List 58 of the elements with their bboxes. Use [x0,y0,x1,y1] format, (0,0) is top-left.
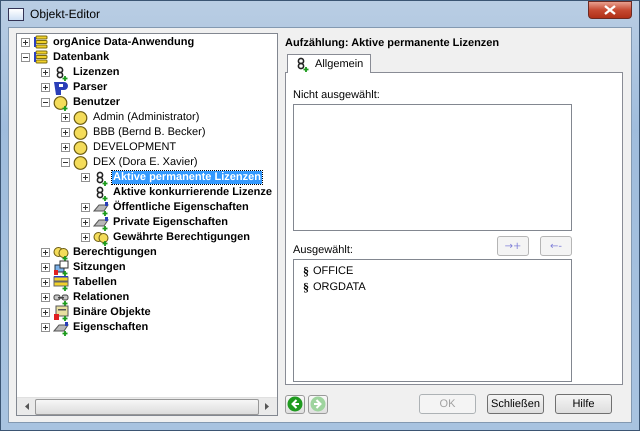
tree-item[interactable]: DEX (Dora E. Xavier) [92,156,199,169]
expand-icon[interactable] [41,248,50,257]
expand-icon[interactable] [61,113,70,122]
paragraph-sign: § [303,280,309,294]
expand-icon[interactable] [41,278,50,287]
expand-icon[interactable] [41,293,50,302]
tree-item[interactable]: Admin (Administrator) [92,111,200,124]
expand-icon[interactable] [61,143,70,152]
window-title: Objekt-Editor [30,7,102,21]
expand-icon[interactable] [21,38,30,47]
collapse-icon[interactable] [21,53,30,62]
expand-icon[interactable] [61,128,70,137]
tree-item[interactable]: Tabellen [72,276,118,289]
tree-item[interactable]: Benutzer [72,96,122,109]
collapse-icon[interactable] [61,158,70,167]
expand-icon[interactable] [81,233,90,242]
expand-icon[interactable] [41,308,50,317]
tree-item[interactable]: DEVELOPMENT [92,141,178,154]
tree-item[interactable]: Binäre Objekte [72,306,152,319]
tree-item[interactable]: Parser [72,81,108,94]
help-button[interactable]: Hilfe [555,394,612,414]
tree-item[interactable]: Gewährte Berechtigungen [112,231,251,244]
tree-item[interactable]: Relationen [72,291,130,304]
left-arrow-icon [25,403,29,410]
scrollbar-thumb[interactable] [35,398,259,414]
close-button[interactable]: Schließen [487,394,544,414]
close-icon [604,5,616,15]
tree-item[interactable]: Berechtigungen [72,246,158,259]
tree-item[interactable]: Datenbank [52,51,110,64]
available-list[interactable] [293,104,572,231]
list-item[interactable]: ORGDATA [313,281,366,293]
tree-item[interactable]: Lizenzen [72,66,120,79]
back-button[interactable] [285,394,305,414]
tree-item[interactable]: Eigenschaften [72,321,150,334]
window-icon [8,8,24,20]
expand-icon[interactable] [41,68,50,77]
detail-heading: Aufzählung: Aktive permanente Lizenzen [285,37,500,49]
paragraph-sign: § [303,264,309,278]
tree-item[interactable]: Aktive konkurrierende Lizenze [112,186,273,199]
close-button[interactable] [588,1,632,19]
tree-item[interactable]: Sitzungen [72,261,127,274]
expand-icon[interactable] [41,323,50,332]
collapse-icon[interactable] [41,98,50,107]
selected-list[interactable]: § OFFICE § ORGDATA [293,259,572,382]
tree-item[interactable]: BBB (Bernd B. Becker) [92,126,206,139]
expand-icon[interactable] [81,173,90,182]
list-item[interactable]: OFFICE [313,265,354,277]
expand-icon[interactable] [81,203,90,212]
list-label: Nicht ausgewählt: [293,89,380,101]
list-label: Ausgewählt: [293,244,353,256]
expand-icon[interactable] [41,83,50,92]
expand-icon[interactable] [41,263,50,272]
tab[interactable]: Allgemein [287,54,372,73]
expand-icon[interactable] [81,218,90,227]
right-arrow-icon [265,403,269,410]
tree-item[interactable]: orgAnice Data-Anwendung [52,36,196,49]
tree-item[interactable]: Private Eigenschaften [112,216,229,229]
tree-item[interactable]: Öffentliche Eigenschaften [112,201,250,214]
